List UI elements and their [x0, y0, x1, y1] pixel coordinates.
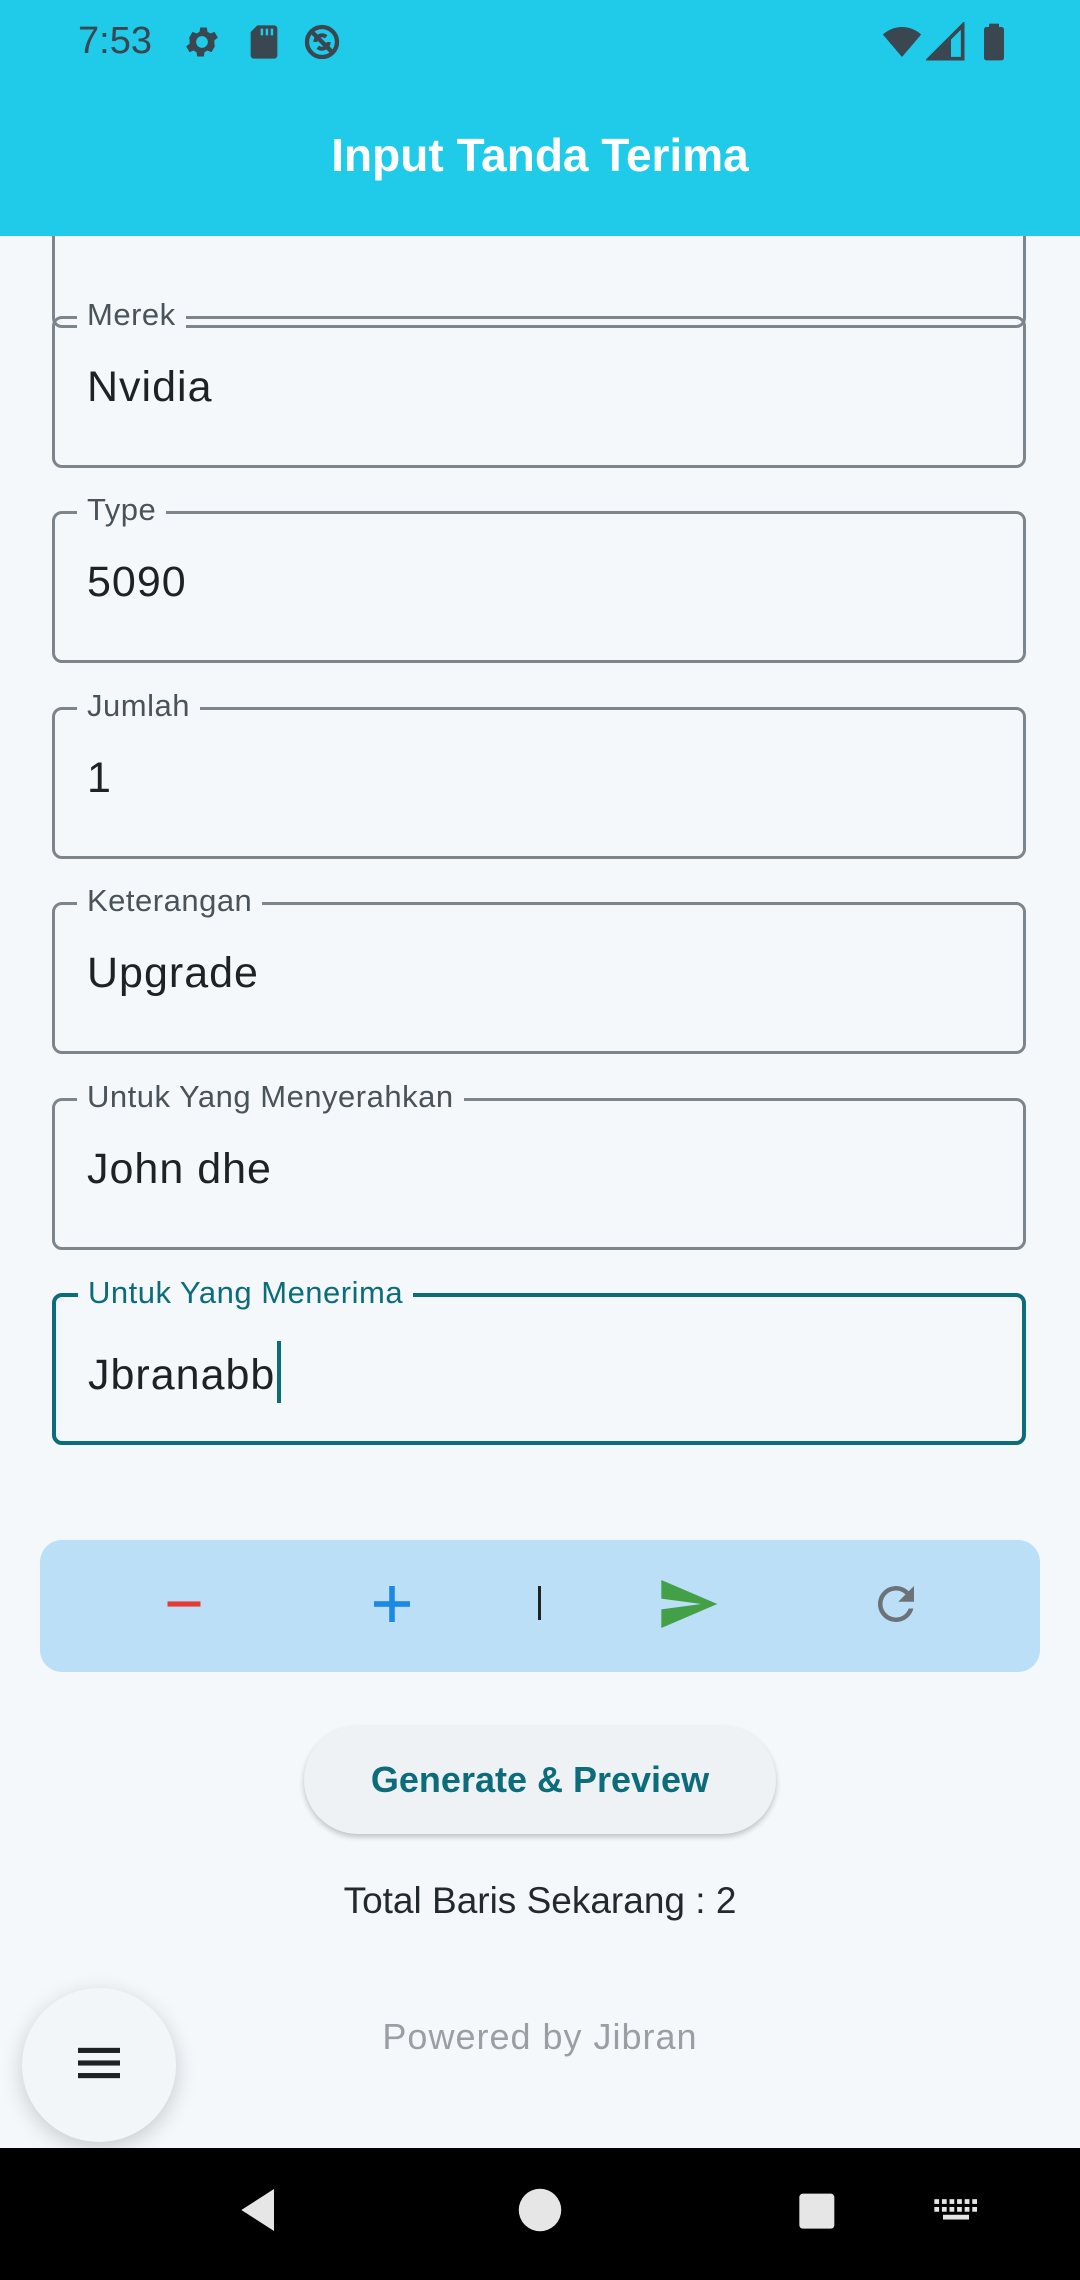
sd-card-icon [244, 22, 284, 62]
add-row-button[interactable] [352, 1566, 432, 1646]
plus-icon [368, 1580, 416, 1633]
field-label: Untuk Yang Menyerahkan [77, 1079, 464, 1115]
type-field[interactable]: Type 5090 [52, 492, 1026, 663]
toolbar-separator [538, 1586, 541, 1620]
page-title: Input Tanda Terima [331, 129, 749, 181]
text-cursor [277, 1341, 282, 1403]
penyerah-field[interactable]: Untuk Yang Menyerahkan John dhe [52, 1079, 1026, 1250]
status-time: 7:53 [78, 20, 152, 62]
field-value: 5090 [87, 558, 187, 606]
total-rows-text: Total Baris Sekarang : 2 [343, 1880, 737, 1921]
system-nav-bar [0, 2148, 1080, 2280]
menu-fab-button[interactable] [22, 1988, 176, 2142]
send-icon [656, 1572, 720, 1641]
minus-icon [162, 1582, 206, 1631]
field-value: Nvidia [87, 363, 213, 411]
status-bar: 7:53 [0, 0, 1080, 88]
keterangan-field[interactable]: Keterangan Upgrade [52, 883, 1026, 1054]
text-field-previous[interactable] [52, 236, 1026, 328]
generate-preview-button[interactable]: Generate & Preview [304, 1726, 776, 1834]
remove-row-button[interactable] [144, 1566, 224, 1646]
field-label: Jumlah [77, 688, 200, 724]
back-icon[interactable] [232, 2178, 288, 2247]
menu-icon [71, 2035, 127, 2096]
app-bar: Input Tanda Terima [0, 88, 1080, 236]
penerima-field[interactable]: Untuk Yang Menerima Jbranabb [52, 1275, 1026, 1445]
home-icon[interactable] [510, 2178, 570, 2247]
field-value: John dhe [87, 1145, 272, 1193]
keyboard-icon[interactable] [930, 2178, 982, 2247]
row-action-toolbar [40, 1540, 1040, 1672]
field-value: Jbranabb [88, 1351, 276, 1399]
field-value: 1 [87, 754, 112, 802]
signal-icon [924, 20, 966, 62]
wifi-icon [882, 22, 922, 62]
sync-disabled-icon [302, 22, 342, 62]
field-value-with-cursor: Jbranabb [88, 1341, 282, 1403]
field-label: Merek [77, 297, 186, 333]
jumlah-field[interactable]: Jumlah 1 [52, 688, 1026, 859]
settings-icon [182, 22, 222, 62]
recents-icon[interactable] [790, 2178, 846, 2247]
merek-field[interactable]: Merek Nvidia [52, 297, 1026, 468]
field-label: Untuk Yang Menerima [78, 1275, 414, 1311]
battery-icon [974, 22, 1014, 62]
field-label: Type [77, 492, 167, 528]
form-scroll-area[interactable]: Merek Nvidia Type 5090 Jumlah 1 Keterang… [0, 236, 1080, 2148]
field-label: Keterangan [77, 883, 263, 919]
field-value: Upgrade [87, 949, 259, 997]
refresh-icon [869, 1577, 923, 1636]
refresh-button[interactable] [856, 1566, 936, 1646]
send-button[interactable] [648, 1566, 728, 1646]
